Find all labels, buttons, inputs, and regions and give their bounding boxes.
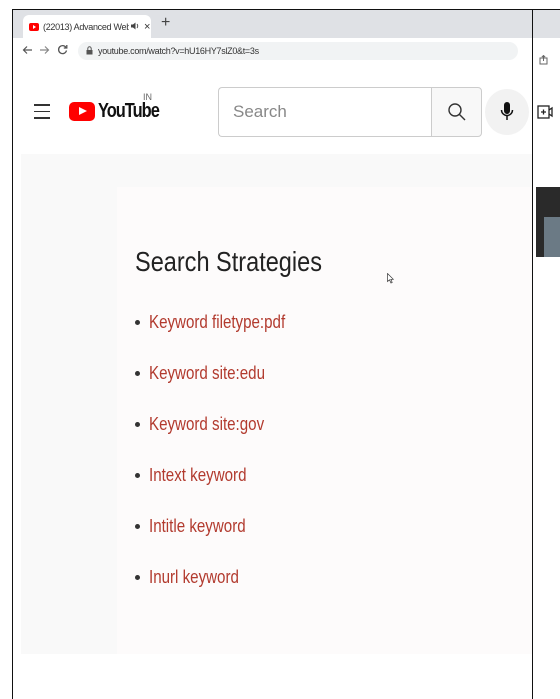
bullet-text: Inurl keyword [149,567,239,587]
search-box [218,87,432,137]
list-item: Keyword site:gov [135,414,311,465]
voice-search-button[interactable] [485,89,529,135]
reload-icon[interactable] [57,44,68,58]
bullet-text: Intext keyword [149,465,247,485]
list-item: Keyword filetype:pdf [135,312,311,363]
youtube-favicon-icon [29,22,39,31]
presentation-slide: Search Strategies Keyword filetype:pdf K… [117,187,532,654]
speaker-icon[interactable] [131,22,140,32]
list-item: Intext keyword [135,465,311,516]
lock-icon [86,45,93,57]
bullet-text: Keyword filetype:pdf [149,312,286,332]
bullet-dot-icon [135,371,140,376]
youtube-logo-text: YouTube [98,100,160,122]
video-player[interactable]: Search Strategies Keyword filetype:pdf K… [21,154,532,654]
bullet-dot-icon [135,524,140,529]
youtube-logo[interactable]: YouTube [69,100,172,123]
thumbnail-image [544,217,560,257]
tab-close-icon[interactable]: × [144,21,150,33]
url-text: youtube.com/watch?v=hU16HY7slZ0&t=3s [98,46,259,56]
mouse-cursor-icon [387,273,394,284]
search-button[interactable] [431,87,482,137]
tab-title: (22013) Advanced Web Search [43,21,129,32]
list-item: Keyword site:edu [135,363,311,414]
adjacent-window-edge [533,10,560,699]
new-tab-button[interactable]: + [161,14,170,32]
search-icon [447,103,465,121]
bullet-text: Intitle keyword [149,516,246,536]
bullet-dot-icon [135,473,140,478]
video-thumbnail[interactable] [536,187,560,257]
list-item: Inurl keyword [135,567,311,618]
adjacent-tab-strip [533,10,560,38]
hamburger-menu-icon[interactable] [34,104,50,124]
forward-arrow-icon[interactable] [39,44,50,58]
search-input[interactable] [231,101,425,123]
list-item: Intitle keyword [135,516,311,567]
bullet-dot-icon [135,422,140,427]
slide-title: Search Strategies [135,246,322,277]
browser-toolbar: youtube.com/watch?v=hU16HY7slZ0&t=3s [13,38,532,65]
microphone-icon [500,102,514,120]
share-icon[interactable] [539,54,548,67]
bullet-text: Keyword site:edu [149,363,265,383]
browser-tab-strip: (22013) Advanced Web Search × + [13,10,532,38]
slide-bullet-list: Keyword filetype:pdf Keyword site:edu Ke… [135,312,311,618]
back-arrow-icon[interactable] [22,44,33,58]
create-video-icon[interactable] [537,105,553,124]
browser-tab[interactable]: (22013) Advanced Web Search × [23,15,151,38]
youtube-header: YouTube IN [13,64,532,154]
address-bar[interactable]: youtube.com/watch?v=hU16HY7slZ0&t=3s [78,42,518,60]
bullet-dot-icon [135,320,140,325]
bullet-dot-icon [135,575,140,580]
youtube-play-icon [69,102,95,121]
bullet-text: Keyword site:gov [149,414,265,434]
region-code: IN [143,92,152,102]
